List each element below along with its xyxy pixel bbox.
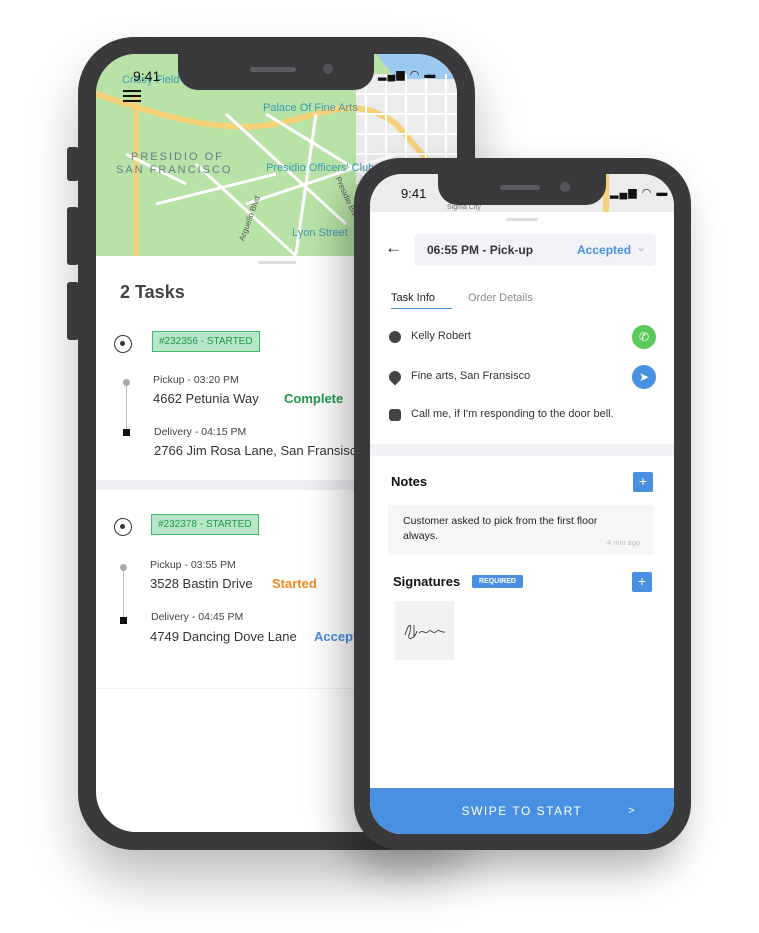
- customer-note: Call me, if I'm responding to the door b…: [411, 408, 614, 420]
- status-icons: ▂▄▆ ◠ ▬: [378, 69, 437, 81]
- status-icons: ▂▄▆ ◠ ▬: [610, 187, 669, 199]
- delivery-address: 2766 Jim Rosa Lane, San Fransisco: [154, 443, 364, 458]
- user-icon: [389, 331, 401, 343]
- route-line: [126, 386, 127, 429]
- add-signature-button[interactable]: +: [632, 572, 652, 592]
- add-note-button[interactable]: +: [633, 472, 653, 492]
- drag-handle[interactable]: [506, 218, 538, 221]
- status-time: 9:41: [401, 186, 427, 201]
- note-text: Customer asked to pick from the first fl…: [403, 515, 598, 542]
- delivery-label: Delivery - 04:15 PM: [154, 426, 247, 438]
- front-screen: Sigma City 9:41 ▂▄▆ ◠ ▬ ← 06:55 PM - Pic…: [370, 174, 674, 834]
- map-label: Sigma City: [447, 204, 481, 211]
- notch: [438, 174, 606, 205]
- pickup-status: Complete: [284, 391, 344, 406]
- tab-task-info[interactable]: Task Info: [391, 292, 452, 309]
- signature-scribble-icon: [404, 624, 446, 639]
- chevron-right-icon: >: [628, 805, 636, 817]
- divider: [370, 444, 674, 456]
- menu-icon[interactable]: [123, 90, 141, 102]
- required-badge: REQUIRED: [472, 575, 523, 588]
- map-label: SAN FRANCISCO: [116, 164, 233, 176]
- status-badge: #232378 - STARTED: [151, 514, 259, 535]
- delivery-square: [120, 617, 127, 624]
- swipe-to-start-button[interactable]: SWIPE TO START >: [370, 788, 674, 834]
- delivery-address: 4749 Dancing Dove Lane: [150, 629, 297, 644]
- customer-name: Kelly Robert: [411, 330, 471, 342]
- tab-order-details[interactable]: Order Details: [468, 292, 533, 304]
- swipe-label: SWIPE TO START: [461, 804, 583, 818]
- pickup-dot: [120, 564, 127, 571]
- signatures-title: Signatures: [393, 574, 461, 589]
- drag-handle[interactable]: [258, 261, 296, 264]
- status-time: 9:41: [133, 68, 161, 84]
- target-icon: [114, 518, 132, 536]
- call-button[interactable]: ✆: [632, 325, 656, 349]
- task-status: Accepted: [577, 243, 632, 257]
- route-line: [123, 571, 124, 617]
- notch: [178, 54, 374, 90]
- pickup-label: Pickup - 03:20 PM: [153, 374, 239, 386]
- map-label: Palace Of Fine Arts: [263, 102, 358, 114]
- target-icon: [114, 335, 132, 353]
- delivery-label: Delivery - 04:45 PM: [151, 611, 244, 623]
- map-label: PRESIDIO OF: [131, 151, 224, 163]
- front-phone: Sigma City 9:41 ▂▄▆ ◠ ▬ ← 06:55 PM - Pic…: [354, 158, 691, 850]
- tasks-title: 2 Tasks: [120, 282, 185, 302]
- task-title: 06:55 PM - Pick-up: [427, 243, 534, 257]
- volume-down-button: [67, 282, 79, 340]
- navigate-button[interactable]: ➤: [632, 365, 656, 389]
- pickup-dot: [123, 379, 130, 386]
- pickup-status: Started: [272, 576, 317, 591]
- map-label: Presidio Officers' Club: [266, 162, 375, 174]
- task-status-dropdown[interactable]: 06:55 PM - Pick-up Accepted ⌄: [414, 234, 656, 266]
- volume-up-button: [67, 207, 79, 265]
- customer-address: Fine arts, San Fransisco: [411, 370, 531, 382]
- delivery-square: [123, 429, 130, 436]
- pickup-address: 4662 Petunia Way: [153, 391, 259, 406]
- signature-image[interactable]: [395, 601, 454, 660]
- note-item: Customer asked to pick from the first fl…: [388, 505, 654, 555]
- map-label: Lyon Street: [292, 227, 348, 239]
- notes-title: Notes: [391, 474, 428, 489]
- message-icon: [389, 409, 401, 421]
- chevron-down-icon: ⌄: [636, 240, 647, 254]
- note-time: 4 min ago: [607, 538, 640, 547]
- pickup-address: 3528 Bastin Drive: [150, 576, 253, 591]
- back-arrow-icon[interactable]: ←: [385, 238, 402, 258]
- pickup-label: Pickup - 03:55 PM: [150, 559, 236, 571]
- status-badge: #232356 - STARTED: [152, 331, 260, 352]
- mute-switch: [67, 147, 79, 181]
